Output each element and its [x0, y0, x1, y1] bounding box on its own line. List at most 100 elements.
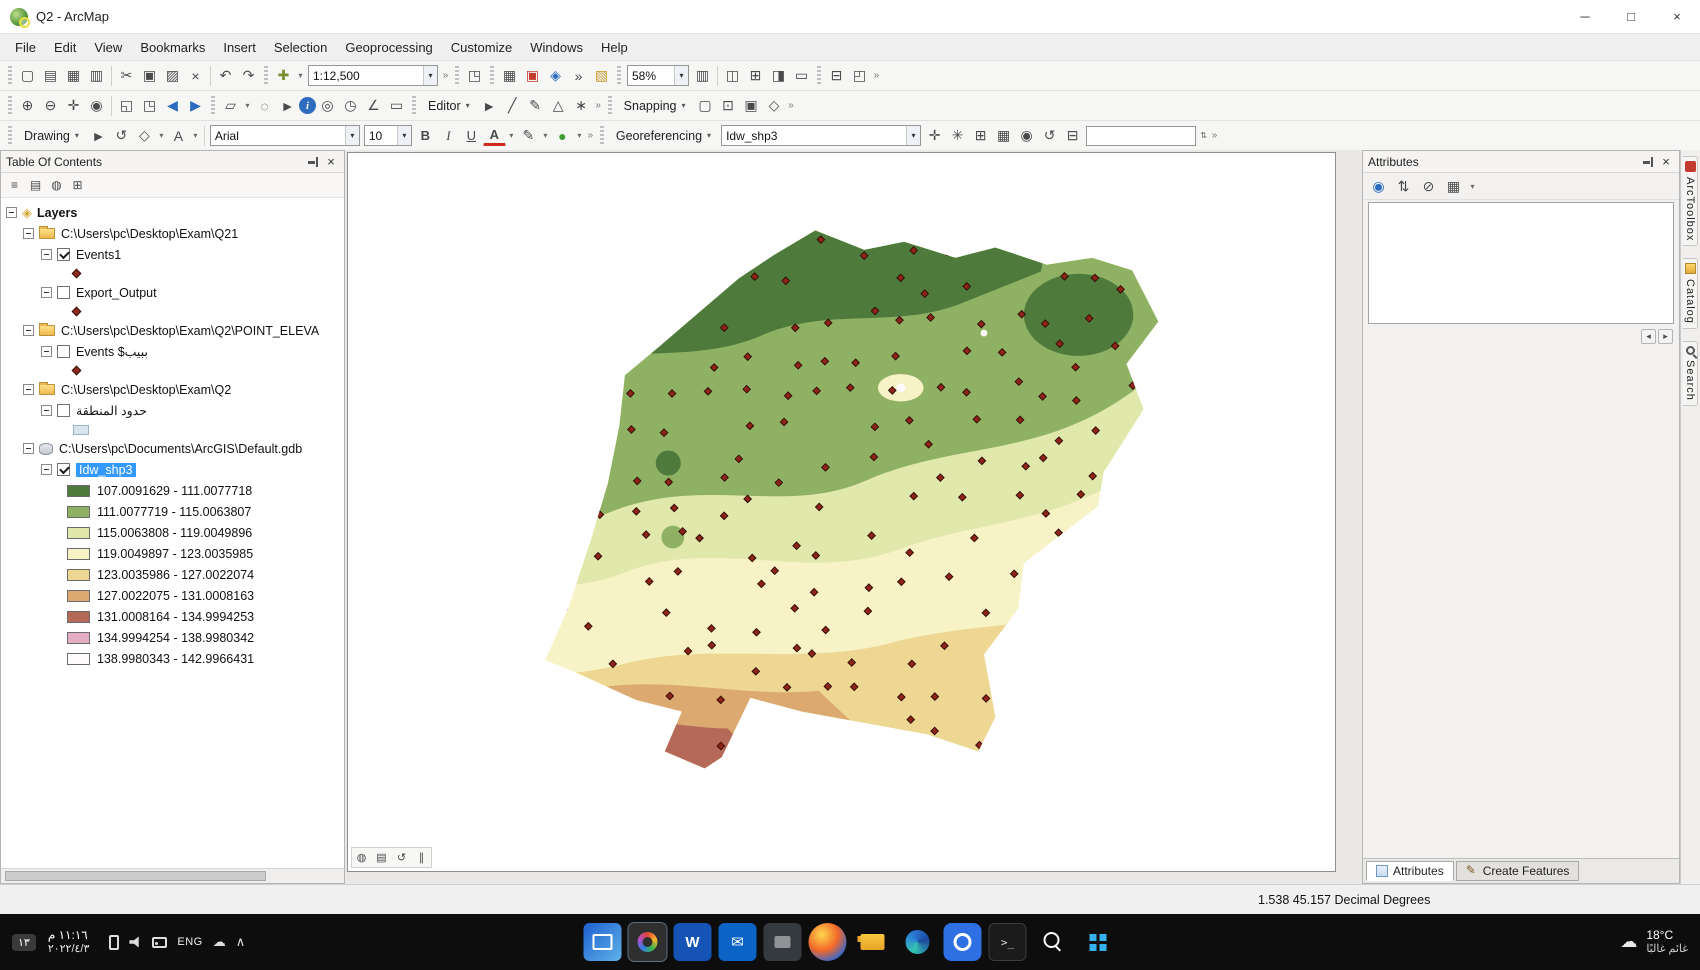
layer-visibility-checkbox[interactable] [57, 248, 70, 261]
redo-button[interactable]: ↷ [237, 64, 260, 87]
clear-attributes-button[interactable]: ⊘ [1417, 175, 1440, 198]
menu-file[interactable]: File [6, 36, 45, 59]
photos-app-icon[interactable] [583, 923, 622, 961]
open-map-button[interactable]: ▤ [39, 64, 62, 87]
legend-swatch[interactable] [67, 610, 90, 623]
side-tab-search[interactable]: Search [1683, 341, 1698, 407]
tab-attributes[interactable]: Attributes [1366, 861, 1454, 881]
collapse-expander-icon[interactable] [23, 325, 34, 336]
maximize-button[interactable]: □ [1608, 0, 1654, 34]
snapping-menu[interactable]: Snapping ▾ [616, 95, 694, 117]
legend-swatch[interactable] [67, 526, 90, 539]
menu-help[interactable]: Help [592, 36, 637, 59]
collapse-all-button[interactable]: ◂ [1641, 329, 1656, 344]
identify-options-button[interactable]: ◉ [1367, 175, 1390, 198]
clear-selection-button[interactable]: ◌ [253, 94, 276, 117]
layer-symbol-row[interactable] [1, 303, 344, 320]
paste-button[interactable]: ▨ [161, 64, 184, 87]
windows-start-icon[interactable] [1079, 923, 1117, 961]
toc-group-row[interactable]: C:\Users\pc\Desktop\Exam\Q2 [1, 379, 344, 400]
draw-shape-dropdown[interactable]: ▾ [156, 124, 167, 147]
toolbar-overflow-button[interactable]: » [871, 65, 882, 87]
georef-options-button[interactable]: ⊟ [1061, 124, 1084, 147]
line-color-dropdown[interactable]: ▾ [540, 124, 551, 147]
html-popup-button[interactable]: ▭ [385, 94, 408, 117]
rotate-element-button[interactable]: ↺ [110, 124, 133, 147]
edge-snapping-button[interactable]: ◇ [763, 94, 786, 117]
selected-layer-name-label[interactable]: Idw_shp3 [76, 462, 136, 477]
sort-attributes-button[interactable]: ⇅ [1392, 175, 1415, 198]
legend-swatch[interactable] [67, 547, 90, 560]
phone-link-icon[interactable] [109, 934, 120, 950]
font-size-combo[interactable]: 10 ▾ [363, 125, 412, 146]
list-by-selection-button[interactable]: ⊞ [67, 175, 88, 196]
weather-widget[interactable]: ☁ 18°C غائم غالبًا [1615, 928, 1688, 957]
point-symbol-swatch[interactable] [71, 365, 82, 376]
chevron-down-icon[interactable]: ▾ [423, 66, 437, 85]
pan-button[interactable]: ✛ [62, 94, 85, 117]
add-data-dropdown[interactable]: ▾ [295, 64, 306, 87]
notification-badge[interactable]: ١٣ [12, 933, 36, 951]
vertex-snapping-button[interactable]: ▣ [740, 94, 763, 117]
zoom-percent-combo[interactable]: 58% ▾ [627, 65, 689, 86]
list-by-visibility-button[interactable]: ◍ [46, 175, 67, 196]
tray-chevron-icon[interactable]: ∧ [236, 934, 246, 950]
rotation-stepper[interactable]: ⇅ [1198, 124, 1209, 147]
toc-group-row[interactable]: C:\Users\pc\Desktop\Exam\Q2\POINT_ELEVA [1, 320, 344, 341]
toc-row-layers[interactable]: Layers [1, 202, 344, 223]
bold-button[interactable]: B [414, 124, 437, 147]
undo-button[interactable]: ↶ [214, 64, 237, 87]
draw-select-button[interactable]: ► [87, 124, 110, 147]
collapse-expander-icon[interactable] [23, 443, 34, 454]
select-elements-button[interactable]: ► [276, 94, 299, 117]
layer-visibility-checkbox[interactable] [57, 404, 70, 417]
terminal-app-icon[interactable]: >_ [988, 923, 1027, 961]
map-canvas[interactable]: ◍ ▤ ↺ ∥ [347, 152, 1336, 872]
chat-camera-app-icon[interactable] [943, 923, 982, 961]
layer-symbol-row[interactable] [1, 265, 344, 282]
menu-customize[interactable]: Customize [442, 36, 521, 59]
point-snapping-button[interactable]: ▢ [694, 94, 717, 117]
chevron-down-icon[interactable]: ▾ [674, 66, 688, 85]
legend-swatch[interactable] [67, 568, 90, 581]
toc-layer-row[interactable]: ببيب$ Events [1, 341, 344, 362]
overview-window-button[interactable]: ▭ [790, 64, 813, 87]
georef-rotate-button[interactable]: ◉ [1015, 124, 1038, 147]
view-link-table-button[interactable]: ▦ [992, 124, 1015, 147]
word-app-icon[interactable]: W [673, 923, 712, 961]
menu-view[interactable]: View [85, 36, 131, 59]
point-symbol-swatch[interactable] [71, 306, 82, 317]
editor-menu[interactable]: Editor ▾ [420, 95, 478, 117]
language-indicator[interactable]: ENG [177, 936, 202, 948]
catalog-window-button[interactable]: ▧ [590, 64, 613, 87]
swipe-layer-button[interactable]: ◨ [767, 64, 790, 87]
collapse-expander-icon[interactable] [23, 228, 34, 239]
measure-button[interactable]: ∠ [362, 94, 385, 117]
back-extent-button[interactable]: ◀ [161, 94, 184, 117]
pin-icon[interactable] [1642, 156, 1655, 168]
legend-item[interactable]: 123.0035986 - 127.0022074 [1, 564, 344, 585]
point-symbol-swatch[interactable] [71, 268, 82, 279]
print-button[interactable]: ▥ [85, 64, 108, 87]
font-color-button[interactable]: A [482, 125, 506, 146]
edge-app-icon[interactable] [899, 923, 937, 961]
chevron-down-icon[interactable]: ▾ [906, 126, 921, 145]
layer-symbol-row[interactable] [1, 421, 344, 438]
volume-icon[interactable] [129, 936, 139, 948]
toc-layer-row[interactable]: Events1 [1, 244, 344, 265]
refresh-view-button[interactable]: ↺ [393, 849, 410, 866]
underline-button[interactable]: U [460, 124, 483, 147]
toc-layer-row[interactable]: حدود المنطقة [1, 400, 344, 421]
menu-insert[interactable]: Insert [214, 36, 265, 59]
create-features-button[interactable]: ∗ [570, 94, 593, 117]
data-frame-button[interactable]: ⊞ [744, 64, 767, 87]
layer-visibility-checkbox[interactable] [57, 345, 70, 358]
scrollbar-thumb[interactable] [5, 871, 267, 881]
italic-button[interactable]: I [437, 124, 460, 147]
add-data-button[interactable]: ✚ [272, 64, 295, 87]
layer-filter-dropdown[interactable]: ▾ [1467, 175, 1478, 198]
modelbuilder-button[interactable]: ◈ [544, 64, 567, 87]
toolbar-overflow-button[interactable]: » [585, 125, 596, 147]
python-window-button[interactable]: » [567, 64, 590, 87]
fill-color-button[interactable]: ● [551, 124, 574, 147]
